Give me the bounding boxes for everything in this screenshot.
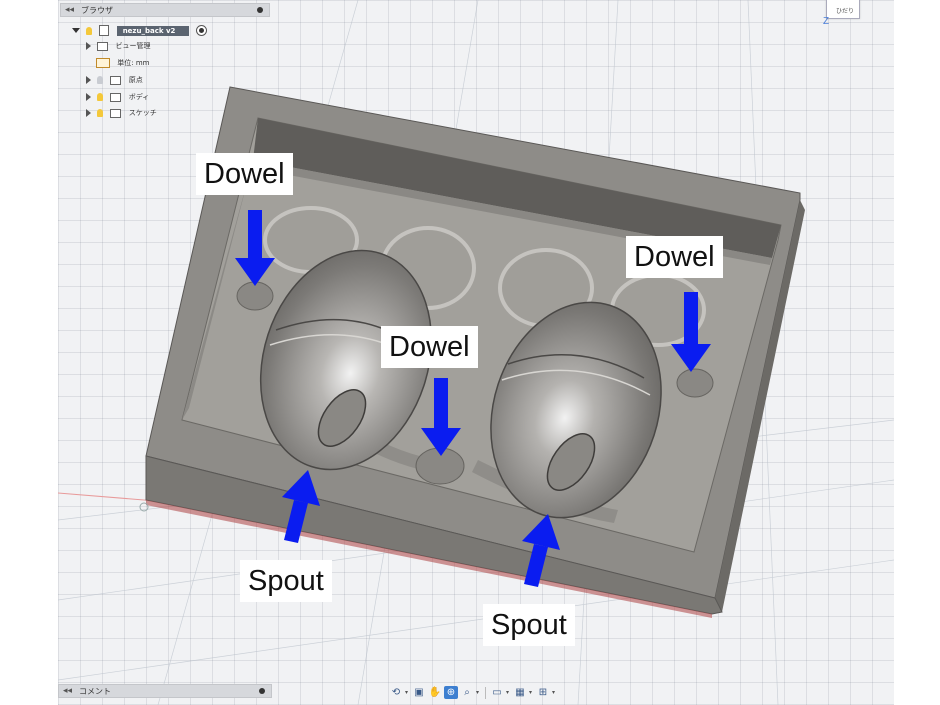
view-cube-face-label: ひだり <box>836 8 855 15</box>
expand-icon[interactable] <box>86 42 91 50</box>
expand-icon[interactable] <box>86 93 91 101</box>
folder-icon <box>97 41 109 51</box>
document-icon <box>99 25 110 36</box>
zoom-icon[interactable]: ⊕ <box>444 686 458 699</box>
tree-item-label: 単位: mm <box>117 59 150 67</box>
visibility-bulb-icon[interactable] <box>97 76 104 84</box>
chevron-down-icon[interactable]: ▾ <box>506 689 511 696</box>
viewports-icon[interactable]: ⊞ <box>536 686 550 699</box>
pin-icon[interactable] <box>257 7 263 13</box>
pin-icon[interactable] <box>259 688 265 694</box>
chevron-down-icon[interactable]: ▾ <box>552 689 557 696</box>
visibility-bulb-icon[interactable] <box>97 93 104 101</box>
axis-z-label: Z <box>823 16 830 27</box>
tree-item-label: スケッチ <box>128 109 157 117</box>
chevron-down-icon[interactable]: ▾ <box>529 689 534 696</box>
chevron-down-icon[interactable]: ▾ <box>476 689 481 696</box>
grid-icon[interactable]: ▦ <box>513 686 527 699</box>
separator <box>485 686 486 699</box>
dowel-label-right: Dowel <box>626 236 723 278</box>
tree-item-label: ビュー管理 <box>115 42 151 50</box>
visibility-bulb-icon[interactable] <box>97 109 104 117</box>
chevron-down-icon[interactable]: ▾ <box>405 689 410 696</box>
dowel-hole-right <box>676 368 714 398</box>
display-settings-icon[interactable]: ▭ <box>490 686 504 699</box>
look-at-icon[interactable]: ▣ <box>412 686 426 699</box>
comment-panel[interactable]: ◂◂ コメント <box>58 684 272 698</box>
activate-radio-icon[interactable] <box>195 25 207 36</box>
browser-header[interactable]: ◂◂ ブラウザ <box>60 3 270 17</box>
tree-root[interactable]: nezu_back v2 <box>72 25 207 39</box>
spout-label-right: Spout <box>483 604 575 646</box>
expand-icon[interactable] <box>72 28 80 33</box>
tree-item-label: 原点 <box>128 76 143 84</box>
root-component-label[interactable]: nezu_back v2 <box>116 25 190 36</box>
visibility-bulb-icon[interactable] <box>86 26 93 35</box>
pan-icon[interactable]: ✋ <box>428 686 442 699</box>
expand-icon[interactable] <box>86 76 91 84</box>
tree-item-label: ボディ <box>128 93 150 101</box>
orbit-icon[interactable]: ⟲ <box>389 686 403 699</box>
dowel-label-left: Dowel <box>196 153 293 195</box>
view-cube[interactable]: ひだり <box>826 0 860 19</box>
dowel-hole-left <box>236 281 274 311</box>
browser-title: ブラウザ <box>81 6 113 15</box>
units-icon <box>96 58 110 68</box>
folder-icon <box>110 75 122 85</box>
collapse-icon[interactable]: ◂◂ <box>65 4 74 15</box>
comment-title: コメント <box>79 687 111 696</box>
folder-icon <box>110 108 122 118</box>
tree-item-origin[interactable]: 原点 <box>86 75 143 89</box>
tree-item-units[interactable]: 単位: mm <box>96 58 149 72</box>
tree-item-bodies[interactable]: ボディ <box>86 92 149 106</box>
expand-icon[interactable] <box>86 109 91 117</box>
collapse-icon[interactable]: ◂◂ <box>63 685 72 696</box>
folder-icon <box>110 92 122 102</box>
navigation-toolbar: ⟲ ▾ ▣ ✋ ⊕ ⌕ ▾ ▭ ▾ ▦ ▾ ⊞ ▾ <box>389 684 563 701</box>
fit-icon[interactable]: ⌕ <box>460 686 474 699</box>
dowel-label-center: Dowel <box>381 326 478 368</box>
tree-item-views[interactable]: ビュー管理 <box>86 41 150 55</box>
spout-label-left: Spout <box>240 560 332 602</box>
tree-item-sketches[interactable]: スケッチ <box>86 108 157 122</box>
browser-panel: ◂◂ ブラウザ nezu_back v2 ビュー管理 単位: mm 原点 ボディ… <box>58 0 272 124</box>
